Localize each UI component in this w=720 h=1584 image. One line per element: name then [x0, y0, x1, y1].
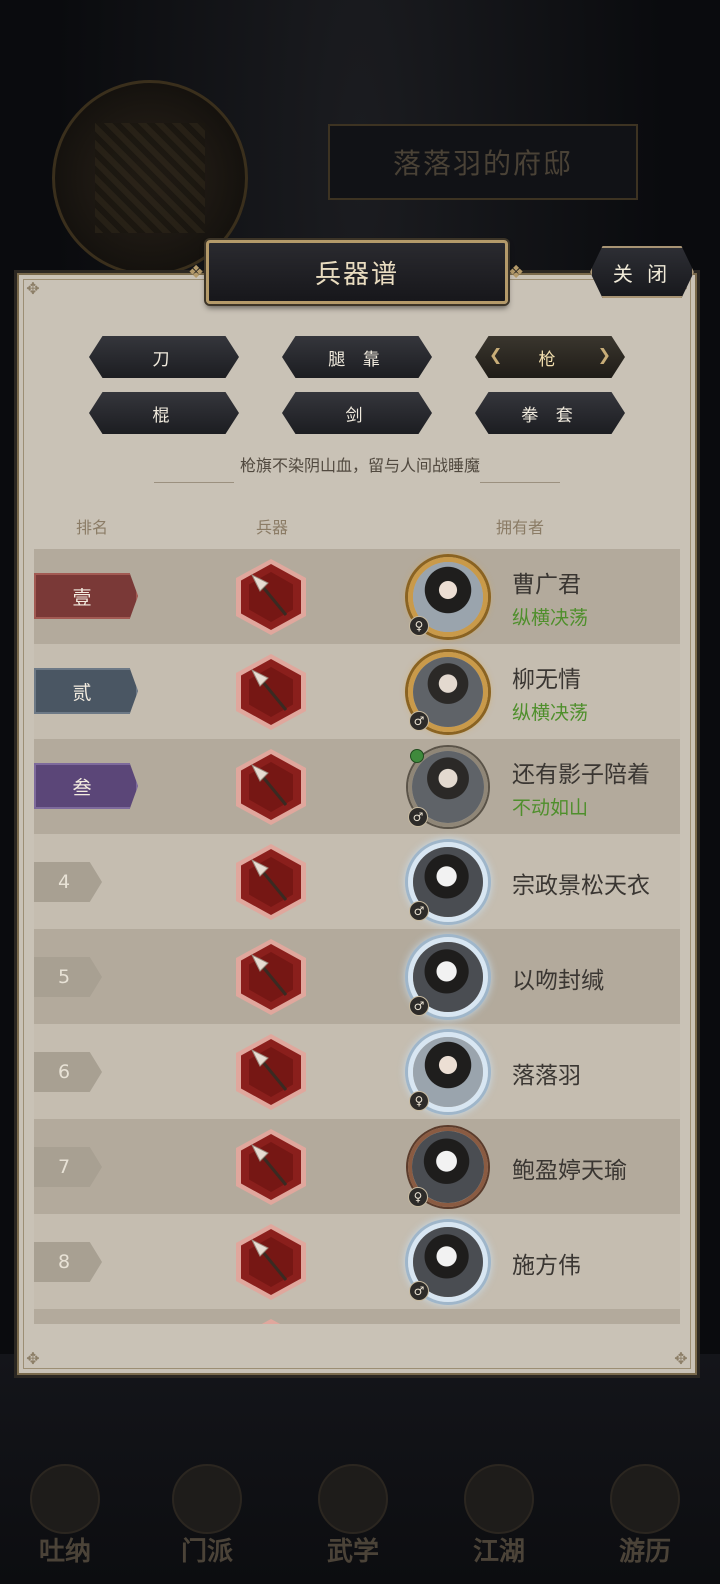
ranking-row[interactable]: 叁 ♂ 还有影子陪着 不动如山 — [34, 739, 680, 834]
ranking-row[interactable]: 8 ♂ 施方伟 — [34, 1214, 680, 1309]
owner-name: 以吻封缄 — [512, 968, 604, 994]
ranking-row[interactable]: 7 ♀ 鲍盈婷天瑜 — [34, 1119, 680, 1214]
active-ornament-left: ❮ — [489, 345, 503, 364]
spear-icon[interactable] — [236, 1319, 306, 1324]
spear-icon[interactable] — [236, 749, 306, 825]
spear-icon[interactable] — [236, 559, 306, 635]
gender-icon: ♀ — [408, 1187, 428, 1207]
spear-icon[interactable] — [236, 1224, 306, 1300]
gender-icon: ♀ — [409, 616, 429, 636]
ranking-row[interactable]: 6 ♀ 落落羽 — [34, 1024, 680, 1119]
rank-badge: 5 — [34, 957, 102, 997]
jianghu-icon — [464, 1464, 534, 1534]
dialog-title-plate: 兵器谱 — [206, 240, 508, 304]
tab-sect[interactable]: 门派 — [152, 1454, 262, 1574]
title-ornament-right: ❖ — [508, 262, 525, 283]
ranking-row[interactable] — [34, 1309, 680, 1324]
gem-icon — [410, 749, 424, 763]
owner-title: 纵横决荡 — [512, 607, 589, 629]
title-ornament-left: ❖ — [188, 262, 205, 283]
corner-ornament: ✥ — [26, 279, 40, 298]
martial-icon — [318, 1464, 388, 1534]
active-ornament-right: ❯ — [597, 345, 611, 364]
category-quantao-button[interactable]: 拳 套 — [475, 392, 625, 434]
avatar[interactable]: ♂ — [408, 1222, 488, 1302]
rank-badge: 7 — [34, 1147, 102, 1187]
close-label: 关 闭 — [612, 261, 672, 286]
spear-icon[interactable] — [236, 844, 306, 920]
owner-title: 不动如山 — [512, 797, 589, 819]
bottom-nav: 吐纳 门派 武学 江湖 游历 — [0, 1354, 720, 1584]
dialog-title: 兵器谱 — [314, 259, 399, 290]
ranking-row[interactable]: 4 ♂ 宗政景松天衣 — [34, 834, 680, 929]
tab-travel[interactable]: 游历 — [590, 1454, 700, 1574]
divider — [154, 482, 234, 483]
rank-badge: 8 — [34, 1242, 102, 1282]
category-gun-button[interactable]: 棍 — [89, 392, 239, 434]
rank-badge: 4 — [34, 862, 102, 902]
rank-badge: 贰 — [34, 668, 138, 714]
rank-badge: 壹 — [34, 573, 138, 619]
gender-icon: ♂ — [409, 1281, 429, 1301]
gender-icon: ♂ — [409, 711, 429, 731]
avatar[interactable]: ♂ — [408, 747, 488, 827]
avatar[interactable]: ♂ — [408, 652, 488, 732]
mansion-title: 落落羽的府邸 — [328, 124, 638, 200]
category-qiang-button[interactable]: ❮ 枪 ❯ — [475, 336, 625, 378]
spear-icon[interactable] — [236, 939, 306, 1015]
avatar[interactable]: ♀ — [408, 1032, 488, 1112]
category-dao-button[interactable]: 刀 — [89, 336, 239, 378]
gender-icon: ♂ — [408, 807, 428, 827]
owner-name: 落落羽 — [512, 1063, 581, 1089]
sect-icon — [172, 1464, 242, 1534]
spear-icon[interactable] — [236, 1034, 306, 1110]
tab-tuna[interactable]: 吐纳 — [10, 1454, 120, 1574]
owner-name: 宗政景松天衣 — [512, 873, 650, 899]
tuna-icon — [30, 1464, 100, 1534]
tab-martial[interactable]: 武学 — [298, 1454, 408, 1574]
gender-icon: ♂ — [409, 901, 429, 921]
travel-icon — [610, 1464, 680, 1534]
category-jian-button[interactable]: 剑 — [282, 392, 432, 434]
gender-icon: ♀ — [409, 1091, 429, 1111]
gender-icon: ♂ — [409, 996, 429, 1016]
owner-name: 鲍盈婷天瑜 — [512, 1158, 627, 1184]
category-tuikao-button[interactable]: 腿 靠 — [282, 336, 432, 378]
spear-icon[interactable] — [236, 654, 306, 730]
tab-jianghu[interactable]: 江湖 — [444, 1454, 554, 1574]
category-motto: 枪旗不染阴山血，留与人间战睡魔 — [239, 456, 480, 475]
avatar[interactable]: ♂ — [408, 842, 488, 922]
close-button[interactable]: 关 闭 — [590, 246, 694, 298]
owner-name: 柳无情 — [512, 667, 581, 693]
owner-name: 施方伟 — [512, 1253, 581, 1279]
owner-title: 纵横决荡 — [512, 702, 589, 724]
avatar[interactable]: ♂ — [408, 937, 488, 1017]
spear-icon[interactable] — [236, 1129, 306, 1205]
corner-ornament: ✥ — [26, 1349, 40, 1368]
divider — [480, 482, 560, 483]
ranking-row[interactable]: 贰 ♂ 柳无情 纵横决荡 — [34, 644, 680, 739]
column-header-owner: 拥有者 — [496, 518, 545, 537]
ranking-row[interactable]: 5 ♂ 以吻封缄 — [34, 929, 680, 1024]
avatar[interactable]: ♀ — [408, 557, 488, 637]
owner-name: 曹广君 — [512, 572, 581, 598]
owner-name: 还有影子陪着 — [512, 762, 650, 788]
corner-ornament: ✥ — [674, 1349, 688, 1368]
column-header-weapon: 兵器 — [256, 518, 289, 537]
rank-badge: 6 — [34, 1052, 102, 1092]
column-header-rank: 排名 — [76, 518, 109, 537]
avatar[interactable]: ♀ — [408, 1127, 488, 1207]
ranking-list[interactable]: 壹 ♀ 曹广君 纵横决荡 贰 ♂ 柳无情 纵横决荡 叁 ♂ 还有影子陪着 不动如… — [34, 549, 680, 1324]
ranking-row[interactable]: 壹 ♀ 曹广君 纵横决荡 — [34, 549, 680, 644]
rank-badge: 叁 — [34, 763, 138, 809]
